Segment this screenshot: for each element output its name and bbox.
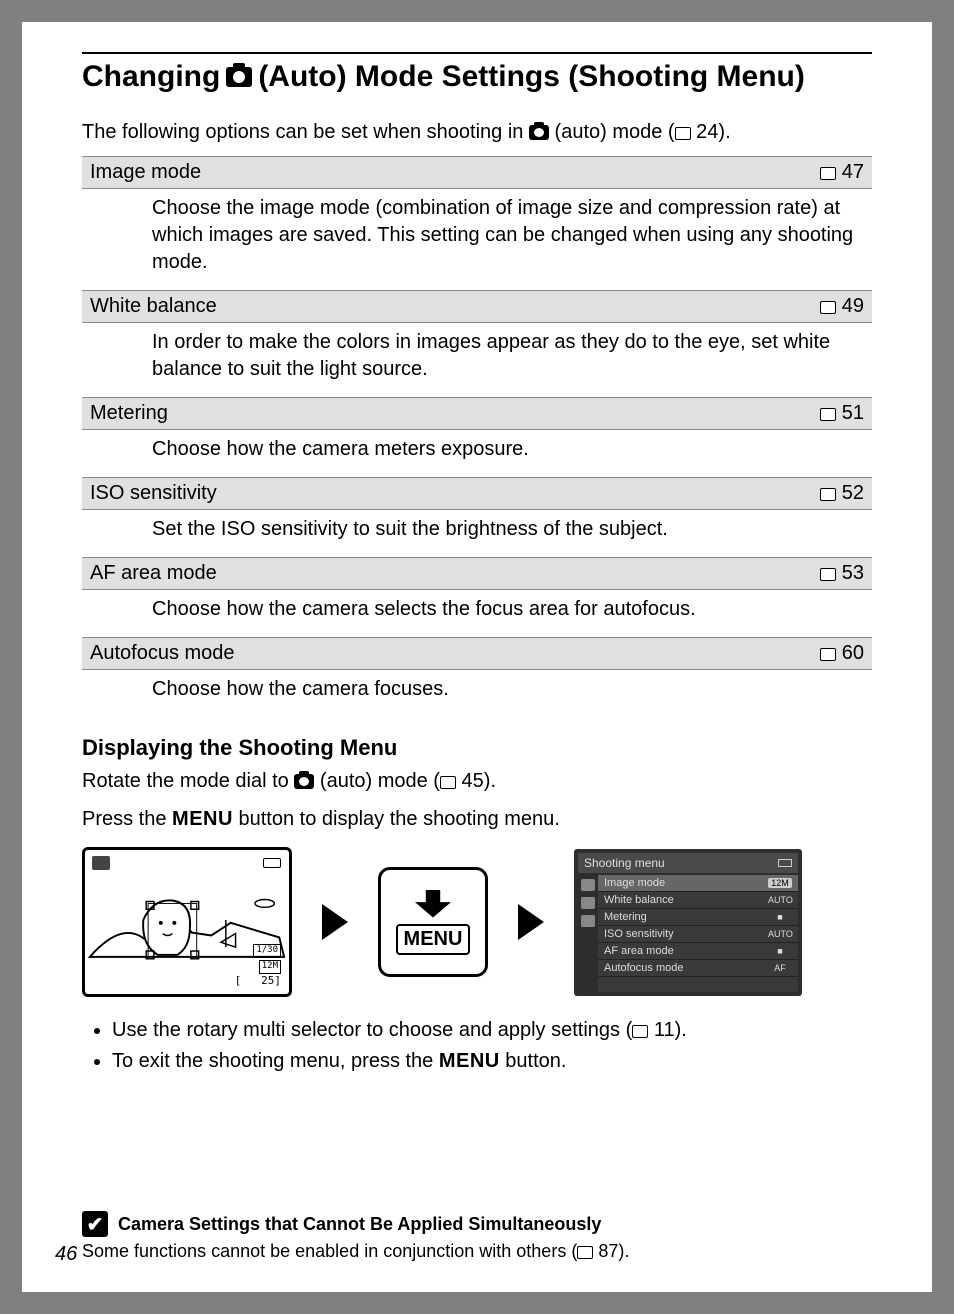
page-ref-icon xyxy=(820,648,836,661)
option-name: AF area mode xyxy=(82,558,653,590)
battery-icon xyxy=(778,859,792,867)
page-ref-icon xyxy=(820,568,836,581)
lcd-illustration: 1/30 12M [ 25] xyxy=(82,847,292,997)
option-header: Autofocus mode 60 xyxy=(82,638,872,670)
menu-word: MENU xyxy=(172,808,233,830)
menu-row: Autofocus mode AF xyxy=(598,960,798,977)
option-name: Autofocus mode xyxy=(82,638,653,670)
bullet-item: Use the rotary multi selector to choose … xyxy=(112,1015,872,1046)
menu-row-label: Image mode xyxy=(604,877,665,889)
bullet-item: To exit the shooting menu, press the MEN… xyxy=(112,1046,872,1077)
option-header: White balance 49 xyxy=(82,291,872,323)
page-ref-icon xyxy=(820,301,836,314)
menu-row-value: AUTO xyxy=(768,895,792,905)
option-ref: 52 xyxy=(653,478,872,510)
arrow-right-icon xyxy=(518,904,544,940)
option-ref: 53 xyxy=(653,558,872,590)
menu-title: Shooting menu xyxy=(584,856,665,870)
menu-row-label: Metering xyxy=(604,911,647,923)
option-desc: Choose the image mode (combination of im… xyxy=(82,189,872,291)
menu-word: MENU xyxy=(439,1050,500,1072)
option-name: ISO sensitivity xyxy=(82,478,653,510)
note-title: Camera Settings that Cannot Be Applied S… xyxy=(118,1214,601,1235)
page-number: 46 xyxy=(55,1243,77,1266)
page-ref-icon xyxy=(820,488,836,501)
menu-button-illustration: MENU xyxy=(378,867,488,977)
option-desc: Choose how the camera meters exposure. xyxy=(82,430,872,478)
press-text: Press the MENU button to display the sho… xyxy=(82,805,872,833)
camera-icon xyxy=(226,67,252,87)
menu-row-value: AUTO xyxy=(768,929,792,939)
option-desc-row: Choose how the camera meters exposure. xyxy=(82,430,872,478)
camera-icon xyxy=(529,125,549,140)
option-name: Image mode xyxy=(82,157,653,189)
shooting-menu-screenshot: Shooting menu Image mode 12M White balance… xyxy=(574,849,802,996)
note-text: Some functions cannot be enabled in conj… xyxy=(82,1241,872,1262)
option-name: Metering xyxy=(82,398,653,430)
page-ref-icon xyxy=(440,776,456,789)
option-ref: 51 xyxy=(653,398,872,430)
page-ref-icon xyxy=(820,167,836,180)
option-ref: 47 xyxy=(653,157,872,189)
option-header: AF area mode 53 xyxy=(82,558,872,590)
menu-row: White balance AUTO xyxy=(598,892,798,909)
page-ref-icon xyxy=(577,1246,593,1259)
option-name: White balance xyxy=(82,291,653,323)
option-desc: Choose how the camera selects the focus … xyxy=(82,590,872,638)
note-box: ✔ Camera Settings that Cannot Be Applied… xyxy=(82,1211,872,1262)
option-ref: 49 xyxy=(653,291,872,323)
option-desc-row: Choose how the camera selects the focus … xyxy=(82,590,872,638)
menu-row-label: Autofocus mode xyxy=(604,962,684,974)
rotate-text: Rotate the mode dial to (auto) mode ( 45… xyxy=(82,767,872,795)
option-desc: In order to make the colors in images ap… xyxy=(82,323,872,398)
menu-row-label: AF area mode xyxy=(604,945,674,957)
menu-row-label: ISO sensitivity xyxy=(604,928,674,940)
menu-row: Metering ■ xyxy=(598,909,798,926)
options-table: Image mode 47Choose the image mode (comb… xyxy=(82,156,872,717)
option-desc-row: Choose the image mode (combination of im… xyxy=(82,189,872,291)
option-desc-row: Choose how the camera focuses. xyxy=(82,670,872,718)
option-desc: Choose how the camera focuses. xyxy=(82,670,872,718)
option-ref: 60 xyxy=(653,638,872,670)
option-desc: Set the ISO sensitivity to suit the brig… xyxy=(82,510,872,558)
page-ref-icon xyxy=(820,408,836,421)
option-desc-row: In order to make the colors in images ap… xyxy=(82,323,872,398)
menu-row: AF area mode ■ xyxy=(598,943,798,960)
page-ref-icon xyxy=(675,127,691,140)
bullet-list: Use the rotary multi selector to choose … xyxy=(112,1015,872,1077)
arrow-down-icon xyxy=(415,890,451,918)
page: Changing (Auto) Mode Settings (Shooting … xyxy=(22,22,932,1292)
option-header: Image mode 47 xyxy=(82,157,872,189)
page-title: Changing (Auto) Mode Settings (Shooting … xyxy=(82,60,872,94)
camera-icon xyxy=(294,774,314,789)
menu-row-value: ■ xyxy=(768,912,792,922)
menu-row-value: 12M xyxy=(768,878,792,888)
menu-row-label: White balance xyxy=(604,894,674,906)
menu-row: ISO sensitivity AUTO xyxy=(598,926,798,943)
figure-row: 1/30 12M [ 25] MENU Shooting menu Image … xyxy=(82,847,872,997)
intro-text: The following options can be set when sh… xyxy=(82,118,872,146)
menu-row: Image mode 12M xyxy=(598,875,798,892)
option-header: Metering 51 xyxy=(82,398,872,430)
menu-row-value: AF xyxy=(768,963,792,973)
page-ref-icon xyxy=(632,1025,648,1038)
subheading: Displaying the Shooting Menu xyxy=(82,735,872,761)
option-desc-row: Set the ISO sensitivity to suit the brig… xyxy=(82,510,872,558)
arrow-right-icon xyxy=(322,904,348,940)
option-header: ISO sensitivity 52 xyxy=(82,478,872,510)
menu-row-value: ■ xyxy=(768,946,792,956)
check-icon: ✔ xyxy=(82,1211,108,1237)
